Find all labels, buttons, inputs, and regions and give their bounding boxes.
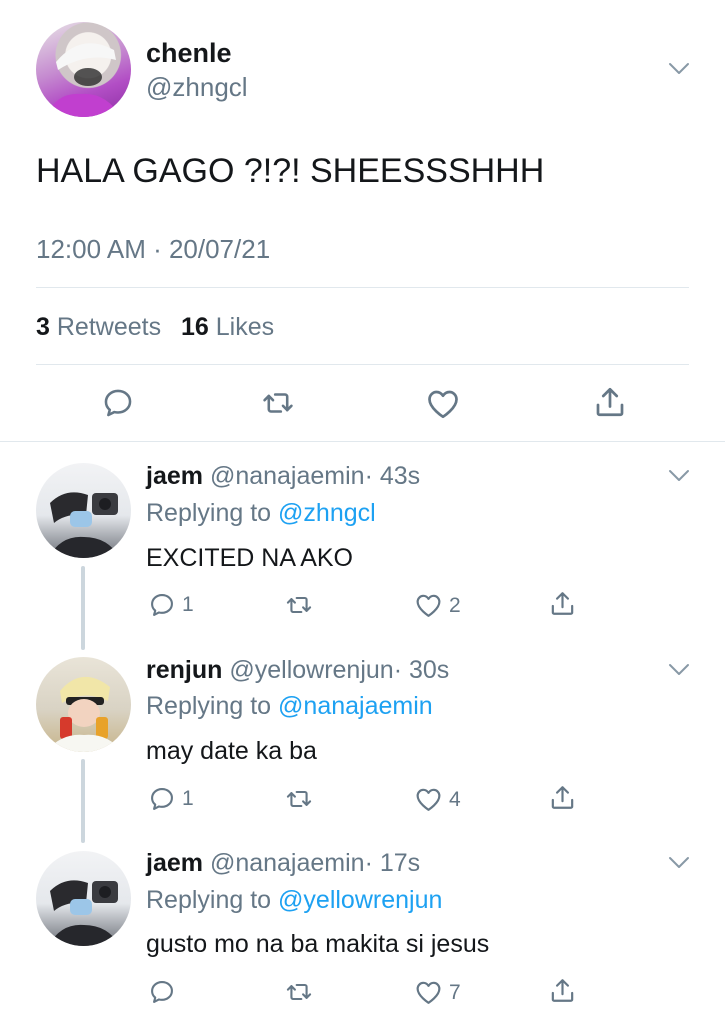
like-count[interactable]: 16 — [181, 313, 209, 341]
like-count: 7 — [449, 980, 461, 1004]
heart-icon — [414, 978, 443, 1007]
share-icon — [548, 783, 577, 812]
retweet-label[interactable]: Retweets — [57, 313, 161, 341]
chevron-down-icon[interactable] — [668, 62, 690, 76]
avatar[interactable] — [36, 22, 131, 117]
reply-author-name[interactable]: jaem — [146, 849, 203, 877]
avatar-image — [46, 43, 121, 117]
retweet-icon — [283, 591, 315, 619]
author-name[interactable]: chenle — [146, 38, 232, 69]
share-button[interactable] — [548, 976, 577, 1005]
divider — [36, 364, 689, 365]
avatar-image — [46, 676, 122, 752]
avatar-image — [48, 880, 120, 946]
replying-to-label: Replying to — [146, 692, 272, 720]
comment-icon — [148, 591, 176, 619]
avatar[interactable] — [36, 657, 131, 752]
retweet-icon — [259, 386, 297, 420]
comment-icon — [148, 978, 176, 1006]
reply-count: 1 — [182, 787, 194, 810]
tweet-text: HALA GAGO ?!?! SHEESSSHHH — [36, 152, 545, 190]
reply-time[interactable]: · 30s — [394, 656, 450, 684]
thread-line — [81, 759, 85, 843]
reply-count: 1 — [182, 593, 194, 616]
reply-button[interactable] — [101, 386, 135, 420]
like-button[interactable]: 4 — [414, 785, 461, 814]
like-count: 2 — [449, 593, 461, 617]
reply-header: renjun @yellowrenjun· 30s — [146, 656, 449, 685]
divider — [0, 441, 725, 442]
thread-line — [81, 566, 85, 650]
like-label[interactable]: Likes — [216, 313, 274, 341]
share-button[interactable] — [592, 384, 628, 420]
reply-time[interactable]: · 17s — [365, 849, 421, 877]
avatar[interactable] — [36, 851, 131, 946]
divider — [36, 287, 689, 288]
reply-author-handle[interactable]: @nanajaemin — [210, 849, 365, 877]
retweet-icon — [283, 978, 315, 1006]
replying-to: Replying to @zhngcl — [146, 499, 376, 528]
share-icon — [548, 589, 577, 618]
reply-text: EXCITED NA AKO — [146, 544, 354, 572]
chevron-down-icon[interactable] — [668, 663, 690, 677]
reply-header: jaem @nanajaemin· 43s — [146, 462, 420, 491]
heart-icon — [425, 386, 461, 422]
reply-author-handle[interactable]: @yellowrenjun — [229, 656, 393, 684]
reply-author-handle[interactable]: @nanajaemin — [210, 462, 365, 490]
reply-text: gusto mo na ba makita si jesus — [146, 930, 490, 958]
like-button[interactable] — [425, 386, 461, 422]
heart-icon — [414, 591, 443, 620]
retweet-icon — [283, 785, 315, 813]
share-button[interactable] — [548, 589, 577, 618]
share-button[interactable] — [548, 783, 577, 812]
heart-icon — [414, 785, 443, 814]
replying-to-link[interactable]: @yellowrenjun — [278, 886, 442, 914]
share-icon — [592, 384, 628, 420]
replying-to-label: Replying to — [146, 499, 272, 527]
reply-header: jaem @nanajaemin· 17s — [146, 849, 420, 878]
reply-button[interactable] — [148, 978, 182, 1006]
comment-icon — [148, 785, 176, 813]
reply-time[interactable]: · 43s — [365, 462, 421, 490]
tweet-stats: 3 Retweets 16 Likes — [36, 313, 274, 342]
like-button[interactable]: 7 — [414, 978, 461, 1007]
retweet-button[interactable] — [283, 591, 315, 619]
chevron-down-icon[interactable] — [668, 469, 690, 483]
avatar-image — [48, 492, 120, 558]
retweet-count[interactable]: 3 — [36, 313, 50, 341]
retweet-button[interactable] — [259, 386, 297, 420]
retweet-button[interactable] — [283, 785, 315, 813]
reply-author-name[interactable]: renjun — [146, 656, 222, 684]
reply-author-name[interactable]: jaem — [146, 462, 203, 490]
reply-button[interactable]: 1 — [148, 785, 194, 813]
replying-to: Replying to @yellowrenjun — [146, 886, 442, 915]
comment-icon — [101, 386, 135, 420]
chevron-down-icon[interactable] — [668, 856, 690, 870]
author-handle[interactable]: @zhngcl — [146, 72, 248, 103]
reply-button[interactable]: 1 — [148, 591, 194, 619]
replying-to-link[interactable]: @zhngcl — [278, 499, 376, 527]
like-count: 4 — [449, 787, 461, 811]
replying-to: Replying to @nanajaemin — [146, 692, 433, 721]
retweet-button[interactable] — [283, 978, 315, 1006]
tweet-timestamp[interactable]: 12:00 AM · 20/07/21 — [36, 234, 270, 265]
share-icon — [548, 976, 577, 1005]
replying-to-link[interactable]: @nanajaemin — [278, 692, 433, 720]
reply-text: may date ka ba — [146, 737, 317, 765]
avatar[interactable] — [36, 463, 131, 558]
replying-to-label: Replying to — [146, 886, 272, 914]
like-button[interactable]: 2 — [414, 591, 461, 620]
